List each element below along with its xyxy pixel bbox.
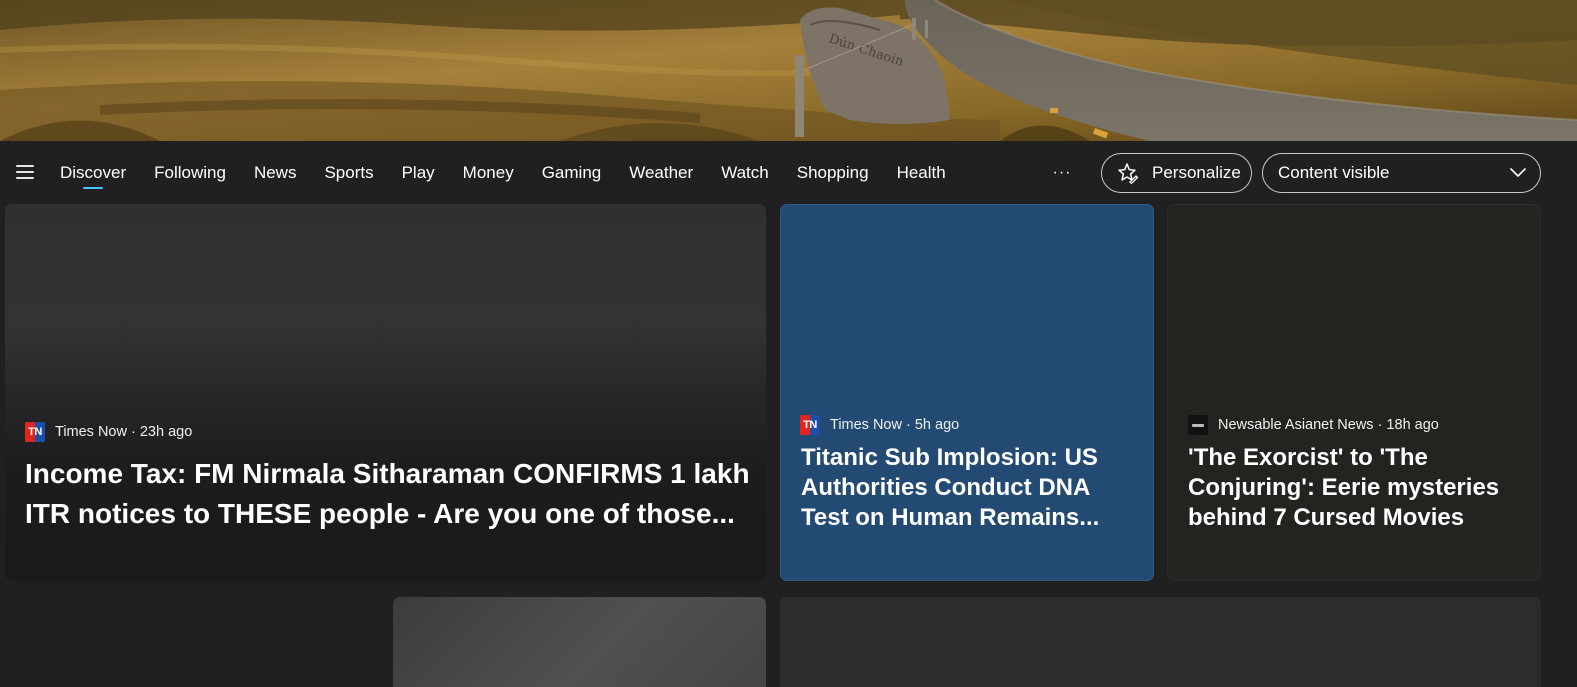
tab-watch[interactable]: Watch: [707, 141, 783, 204]
tab-shopping[interactable]: Shopping: [783, 141, 883, 204]
content-visibility-value: Content visible: [1278, 163, 1390, 182]
tab-gaming[interactable]: Gaming: [528, 141, 616, 204]
asianet-logo-icon: [1188, 415, 1208, 435]
card-source-text: Times Now · 23h ago: [55, 424, 193, 440]
tab-sports[interactable]: Sports: [310, 141, 387, 204]
news-card-featured[interactable]: TN Times Now · 23h ago Income Tax: FM Ni…: [5, 204, 766, 581]
tab-news[interactable]: News: [240, 141, 311, 204]
tab-health[interactable]: Health: [883, 141, 960, 204]
card-headline[interactable]: Income Tax: FM Nirmala Sitharaman CONFIR…: [25, 454, 755, 534]
landscape-illustration: Dún Chaoin: [0, 0, 1577, 141]
card-source-meta: TN Times Now · 5h ago: [800, 415, 959, 435]
card-source-text: Newsable Asianet News · 18h ago: [1218, 417, 1439, 433]
news-card[interactable]: TN Times Now · 5h ago Titanic Sub Implos…: [780, 204, 1154, 581]
card-headline[interactable]: Titanic Sub Implosion: US Authorities Co…: [801, 443, 1141, 533]
tab-discover[interactable]: Discover: [46, 141, 140, 204]
times-now-logo-icon: TN: [25, 422, 45, 442]
tab-money[interactable]: Money: [449, 141, 528, 204]
hero-background-image: Dún Chaoin: [0, 0, 1577, 141]
top-navigation-bar: Discover Following News Sports Play Mone…: [0, 141, 1577, 204]
content-visibility-dropdown[interactable]: Content visible: [1262, 153, 1541, 193]
tab-weather[interactable]: Weather: [615, 141, 707, 204]
card-source-meta: Newsable Asianet News · 18h ago: [1188, 415, 1439, 435]
card-source-text: Times Now · 5h ago: [830, 417, 960, 433]
personalize-button[interactable]: Personalize: [1101, 153, 1252, 193]
news-card-partial[interactable]: [393, 597, 766, 687]
card-headline[interactable]: 'The Exorcist' to 'The Conjuring': Eerie…: [1188, 443, 1528, 533]
news-card[interactable]: Newsable Asianet News · 18h ago 'The Exo…: [1167, 204, 1541, 581]
times-now-logo-icon: TN: [800, 415, 820, 435]
sparkle-edit-icon: [1118, 163, 1139, 185]
more-options-button[interactable]: ···: [1048, 159, 1076, 187]
chevron-down-icon: [1510, 168, 1526, 177]
card-source-meta: TN Times Now · 23h ago: [25, 422, 192, 442]
tab-play[interactable]: Play: [388, 141, 449, 204]
nav-tabs: Discover Following News Sports Play Mone…: [46, 141, 960, 204]
news-card-partial[interactable]: [780, 597, 1541, 687]
personalize-label: Personalize: [1152, 163, 1241, 182]
tab-following[interactable]: Following: [140, 141, 240, 204]
hamburger-menu-icon[interactable]: [16, 165, 34, 179]
